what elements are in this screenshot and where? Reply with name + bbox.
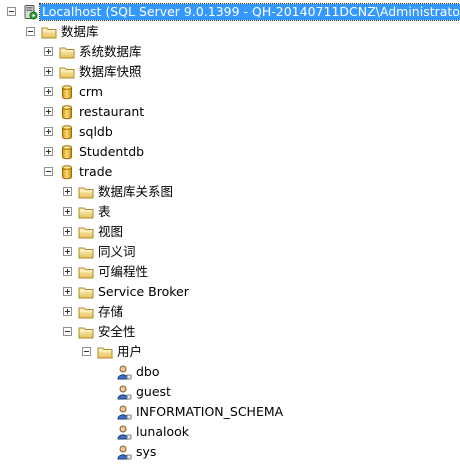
tree-node-user[interactable]: sys (0, 442, 460, 462)
db-sqldb-label[interactable]: sqldb (77, 124, 115, 140)
folder-icon (78, 324, 94, 340)
collapse-toggle[interactable] (63, 327, 72, 336)
folder-icon (78, 284, 94, 300)
expand-toggle[interactable] (63, 227, 72, 236)
expand-toggle[interactable] (44, 67, 53, 76)
folder-icon (78, 304, 94, 320)
user-icon (116, 384, 132, 400)
user-icon (116, 404, 132, 420)
user-label[interactable]: sys (134, 444, 158, 460)
tree-node-database-snapshots[interactable]: 数据库快照 (0, 62, 460, 82)
tree-node-security[interactable]: 安全性 (0, 322, 460, 342)
tree-node-diagrams[interactable]: 数据库关系图 (0, 182, 460, 202)
folder-icon (78, 224, 94, 240)
expand-toggle[interactable] (44, 87, 53, 96)
folder-icon (59, 44, 75, 60)
collapse-toggle[interactable] (7, 7, 16, 16)
database-snapshots-label[interactable]: 数据库快照 (77, 64, 144, 80)
tree-node-views[interactable]: 视图 (0, 222, 460, 242)
tree-node-user[interactable]: INFORMATION_SCHEMA (0, 402, 460, 422)
databases-label[interactable]: 数据库 (59, 24, 101, 40)
db-restaurant-label[interactable]: restaurant (77, 104, 146, 120)
tree-node-system-databases[interactable]: 系统数据库 (0, 42, 460, 62)
folder-icon (78, 264, 94, 280)
database-cylinder-icon (59, 124, 75, 140)
database-cylinder-icon (59, 164, 75, 180)
tree-node-service-broker[interactable]: Service Broker (0, 282, 460, 302)
user-icon (116, 364, 132, 380)
user-label[interactable]: dbo (134, 364, 162, 380)
expand-toggle[interactable] (63, 187, 72, 196)
programmability-label[interactable]: 可编程性 (96, 264, 150, 280)
user-icon (116, 444, 132, 460)
tree-node-user[interactable]: dbo (0, 362, 460, 382)
expand-toggle[interactable] (63, 287, 72, 296)
folder-icon (41, 24, 57, 40)
folder-icon (59, 64, 75, 80)
system-databases-label[interactable]: 系统数据库 (77, 44, 144, 60)
expand-toggle[interactable] (63, 267, 72, 276)
database-cylinder-icon (59, 84, 75, 100)
tree-node-db-trade[interactable]: trade (0, 162, 460, 182)
expand-toggle[interactable] (44, 107, 53, 116)
expand-toggle[interactable] (44, 47, 53, 56)
collapse-toggle[interactable] (82, 347, 91, 356)
database-cylinder-icon (59, 144, 75, 160)
user-label[interactable]: lunalook (134, 424, 191, 440)
tree-node-users-folder[interactable]: 用户 (0, 342, 460, 362)
folder-icon (97, 344, 113, 360)
collapse-toggle[interactable] (44, 167, 53, 176)
database-cylinder-icon (59, 104, 75, 120)
object-explorer-tree: Localhost (SQL Server 9.0.1399 - QH-2014… (0, 0, 460, 465)
tree-node-db-studentdb[interactable]: Studentdb (0, 142, 460, 162)
folder-icon (78, 184, 94, 200)
server-label[interactable]: Localhost (SQL Server 9.0.1399 - QH-2014… (39, 3, 460, 21)
tree-node-db-crm[interactable]: crm (0, 82, 460, 102)
expand-toggle[interactable] (44, 127, 53, 136)
tree-node-synonyms[interactable]: 同义词 (0, 242, 460, 262)
expand-toggle[interactable] (63, 247, 72, 256)
user-icon (116, 424, 132, 440)
db-trade-label[interactable]: trade (77, 164, 114, 180)
expand-toggle[interactable] (63, 207, 72, 216)
security-label[interactable]: 安全性 (96, 324, 138, 340)
diagrams-label[interactable]: 数据库关系图 (96, 184, 175, 200)
user-label[interactable]: guest (134, 384, 173, 400)
synonyms-label[interactable]: 同义词 (96, 244, 138, 260)
db-studentdb-label[interactable]: Studentdb (77, 144, 146, 160)
collapse-toggle[interactable] (26, 27, 35, 36)
tables-label[interactable]: 表 (96, 204, 113, 220)
tree-node-db-restaurant[interactable]: restaurant (0, 102, 460, 122)
tree-node-storage[interactable]: 存储 (0, 302, 460, 322)
users-folder-label[interactable]: 用户 (115, 344, 144, 360)
server-connected-icon (22, 4, 38, 20)
user-label[interactable]: INFORMATION_SCHEMA (134, 404, 285, 420)
expand-toggle[interactable] (44, 147, 53, 156)
tree-node-databases[interactable]: 数据库 (0, 22, 460, 42)
tree-node-tables[interactable]: 表 (0, 202, 460, 222)
storage-label[interactable]: 存储 (96, 304, 125, 320)
folder-icon (78, 244, 94, 260)
tree-node-user[interactable]: lunalook (0, 422, 460, 442)
tree-node-db-sqldb[interactable]: sqldb (0, 122, 460, 142)
views-label[interactable]: 视图 (96, 224, 125, 240)
service-broker-label[interactable]: Service Broker (96, 284, 191, 300)
db-crm-label[interactable]: crm (77, 84, 105, 100)
tree-node-server[interactable]: Localhost (SQL Server 9.0.1399 - QH-2014… (0, 2, 460, 22)
expand-toggle[interactable] (63, 307, 72, 316)
folder-icon (78, 204, 94, 220)
tree-node-programmability[interactable]: 可编程性 (0, 262, 460, 282)
tree-node-user[interactable]: guest (0, 382, 460, 402)
